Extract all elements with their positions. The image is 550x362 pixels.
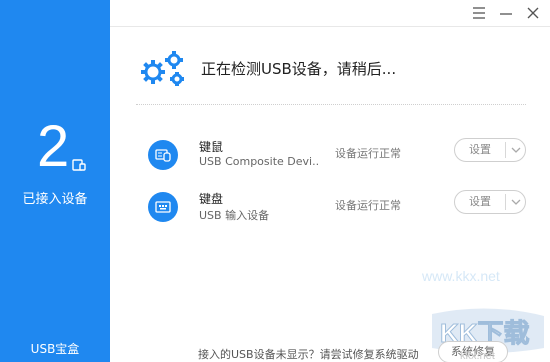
settings-button[interactable]: 设置 <box>455 139 505 161</box>
settings-split-button: 设置 <box>454 190 526 214</box>
device-name: 键鼠 <box>199 140 224 154</box>
app-name: USB宝盒 <box>30 342 80 356</box>
minimize-icon[interactable] <box>497 4 515 22</box>
device-status: 设备运行正常 <box>335 199 401 212</box>
title-divider <box>110 26 550 27</box>
device-description: USB 输入设备 <box>199 209 270 222</box>
window-controls <box>470 0 550 26</box>
settings-divider <box>505 194 506 210</box>
menu-icon[interactable] <box>470 4 488 22</box>
mouse-keyboard-icon <box>148 140 178 170</box>
sidebar: 2 已接入设备 USB宝盒 <box>0 0 110 362</box>
settings-divider <box>505 142 506 158</box>
device-row: 键鼠 USB Composite Devi... 设备运行正常 设置 <box>148 138 528 178</box>
device-row: 键盘 USB 输入设备 设备运行正常 设置 <box>148 190 528 230</box>
close-icon[interactable] <box>524 4 542 22</box>
device-count: 2 <box>37 114 70 179</box>
device-count-area: 2 <box>0 115 110 185</box>
settings-button[interactable]: 设置 <box>455 191 505 213</box>
gears-icon <box>141 51 184 86</box>
scan-status-title: 正在检测USB设备，请稍后... <box>201 60 397 78</box>
settings-split-button: 设置 <box>454 138 526 162</box>
chevron-down-icon[interactable] <box>508 195 524 209</box>
driver-repair-prompt: 接入的USB设备未显示？请尝试修复系统驱动 <box>198 348 419 361</box>
usb-device-icon <box>72 159 86 171</box>
chevron-down-icon[interactable] <box>508 143 524 157</box>
device-name: 键盘 <box>199 192 224 206</box>
connected-devices-label: 已接入设备 <box>22 192 88 207</box>
device-status: 设备运行正常 <box>335 147 401 160</box>
header-divider <box>136 104 526 105</box>
watermark-url: www.kkx.net <box>422 268 500 284</box>
keyboard-icon <box>148 192 178 222</box>
watermark-url-small: kkx.net <box>460 350 495 362</box>
device-description: USB Composite Devi... <box>199 155 319 168</box>
